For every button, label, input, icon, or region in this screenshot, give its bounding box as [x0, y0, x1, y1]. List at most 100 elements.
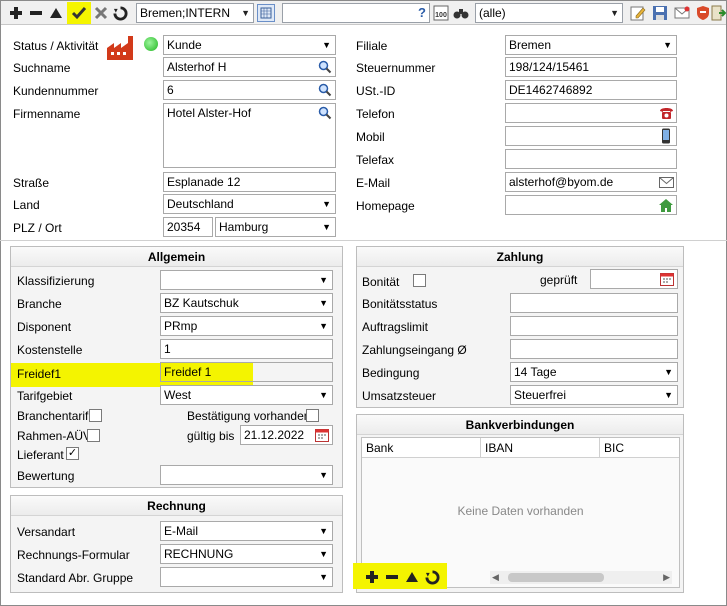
bestaetigung-label: Bestätigung vorhanden [187, 409, 311, 423]
firmenname-field-value: Hotel Alster-Hof [167, 106, 252, 120]
tarifgebiet-select[interactable]: West ▼ [160, 385, 333, 405]
iban-column-header[interactable]: IBAN [481, 438, 600, 458]
bonitaet-checkbox[interactable] [413, 274, 426, 287]
help-icon[interactable]: ? [418, 4, 426, 22]
disponent-select-value: PRmp [164, 319, 198, 333]
chevron-down-icon: ▼ [322, 199, 331, 209]
bank-grid[interactable]: Bank IBAN BIC Keine Daten vorhanden ◀ ▶ [353, 437, 680, 589]
ort-select[interactable]: Hamburg ▼ [215, 217, 336, 237]
klassifizierung-select[interactable]: ▼ [160, 270, 333, 290]
branchentarif-checkbox[interactable] [89, 409, 102, 422]
branche-label: Branche [17, 297, 62, 311]
chevron-down-icon: ▼ [319, 321, 328, 331]
steuernummer-field[interactable]: 198/124/15461 [505, 57, 677, 77]
chevron-down-icon: ▼ [319, 549, 328, 559]
exit-icon[interactable] [709, 4, 727, 22]
save-icon[interactable] [651, 4, 669, 22]
bonitaetsstatus-field[interactable] [510, 293, 678, 313]
firmenname-field[interactable]: Hotel Alster-Hof [163, 103, 336, 168]
mobile-phone-icon[interactable] [658, 128, 674, 144]
kundennummer-field[interactable]: 6 [163, 80, 336, 100]
chevron-down-icon: ▼ [319, 526, 328, 536]
land-select[interactable]: Deutschland ▼ [163, 194, 336, 214]
chevron-down-icon: ▼ [319, 298, 328, 308]
versandart-select-value: E-Mail [164, 524, 199, 538]
search-icon[interactable] [317, 59, 333, 75]
refresh-icon[interactable] [111, 4, 129, 22]
bedingung-select[interactable]: 14 Tage ▼ [510, 362, 678, 382]
ust-field[interactable]: DE1462746892 [505, 80, 677, 100]
home-icon[interactable] [658, 197, 674, 213]
disponent-select[interactable]: PRmp ▼ [160, 316, 333, 336]
scrollbar-thumb[interactable] [508, 573, 604, 582]
minus-icon[interactable] [383, 568, 401, 586]
kostenstelle-field[interactable]: 1 [160, 339, 333, 359]
abr-gruppe-select[interactable]: ▼ [160, 567, 333, 587]
calendar-icon[interactable] [314, 427, 330, 443]
auftragslimit-field[interactable] [510, 316, 678, 336]
email-label: E-Mail [356, 176, 391, 190]
horizontal-scrollbar[interactable]: ◀ ▶ [490, 571, 672, 584]
calendar-icon[interactable] [659, 271, 675, 287]
binoculars-icon[interactable] [452, 4, 470, 22]
minus-icon[interactable] [27, 4, 45, 22]
bonitaetsstatus-label: Bonitätsstatus [362, 297, 438, 311]
rahmen-checkbox[interactable] [87, 429, 100, 442]
lieferant-checkbox[interactable]: ✓ [66, 447, 79, 460]
strasse-field[interactable]: Esplanade 12 [163, 172, 336, 192]
bestaetigung-checkbox[interactable] [306, 409, 319, 422]
plz-field[interactable]: 20354 [163, 217, 213, 237]
freidef-field[interactable]: Freidef 1 [160, 362, 333, 382]
status-select[interactable]: Kunde ▼ [163, 35, 336, 55]
land-select-value: Deutschland [167, 197, 234, 211]
bank-grid-header: Bank IBAN BIC [362, 438, 679, 458]
formular-select[interactable]: RECHNUNG ▼ [160, 544, 333, 564]
filiale-select[interactable]: Bremen ▼ [505, 35, 677, 55]
branche-select[interactable]: BZ Kautschuk ▼ [160, 293, 333, 313]
up-triangle-icon[interactable] [47, 4, 65, 22]
email-field[interactable]: alsterhof@byom.de [505, 172, 677, 192]
up-triangle-icon[interactable] [403, 568, 421, 586]
gueltig-date-field[interactable]: 21.12.2022 [240, 425, 333, 445]
versandart-label: Versandart [17, 525, 76, 539]
plz-field-value: 20354 [167, 220, 201, 234]
telefax-field[interactable] [505, 149, 677, 169]
location-combo-value: Bremen;INTERN [140, 6, 231, 20]
grid-select-icon[interactable] [257, 4, 275, 22]
delete-x-icon[interactable] [92, 4, 110, 22]
filter-combo-value: (alle) [479, 6, 506, 20]
lieferant-label: Lieferant [17, 448, 64, 462]
checkmark-icon[interactable] [70, 4, 88, 22]
bank-column-header[interactable]: Bank [362, 438, 481, 458]
location-combo[interactable]: Bremen;INTERN ▼ [136, 3, 254, 23]
suchname-field-value: Alsterhof H [167, 60, 227, 74]
zahlungseingang-field[interactable] [510, 339, 678, 359]
tarifgebiet-select-value: West [164, 388, 192, 402]
search-icon[interactable] [317, 82, 333, 98]
refresh-icon[interactable] [423, 568, 441, 586]
versandart-select[interactable]: E-Mail ▼ [160, 521, 333, 541]
filter-combo[interactable]: (alle) ▼ [475, 3, 623, 23]
bic-column-header[interactable]: BIC [600, 438, 680, 458]
mail-icon[interactable] [673, 4, 691, 22]
envelope-icon[interactable] [658, 174, 674, 190]
bewertung-select[interactable]: ▼ [160, 465, 333, 485]
add-icon[interactable] [7, 4, 25, 22]
search-icon[interactable] [317, 105, 333, 121]
mobil-label: Mobil [356, 130, 385, 144]
counter-icon[interactable]: 100 [432, 4, 450, 22]
geprueft-date-field[interactable] [590, 269, 678, 289]
scroll-right-icon[interactable]: ▶ [663, 571, 670, 584]
scroll-left-icon[interactable]: ◀ [492, 571, 499, 584]
chevron-down-icon: ▼ [322, 40, 331, 50]
phone-icon[interactable] [658, 105, 674, 121]
telefon-field[interactable] [505, 103, 677, 123]
ort-select-value: Hamburg [219, 220, 269, 234]
suchname-field[interactable]: Alsterhof H [163, 57, 336, 77]
mobil-field[interactable] [505, 126, 677, 146]
add-icon[interactable] [363, 568, 381, 586]
homepage-field[interactable] [505, 195, 677, 215]
umsatzsteuer-select[interactable]: Steuerfrei ▼ [510, 385, 678, 405]
edit-icon[interactable] [629, 4, 647, 22]
search-input[interactable]: ? [282, 3, 430, 23]
